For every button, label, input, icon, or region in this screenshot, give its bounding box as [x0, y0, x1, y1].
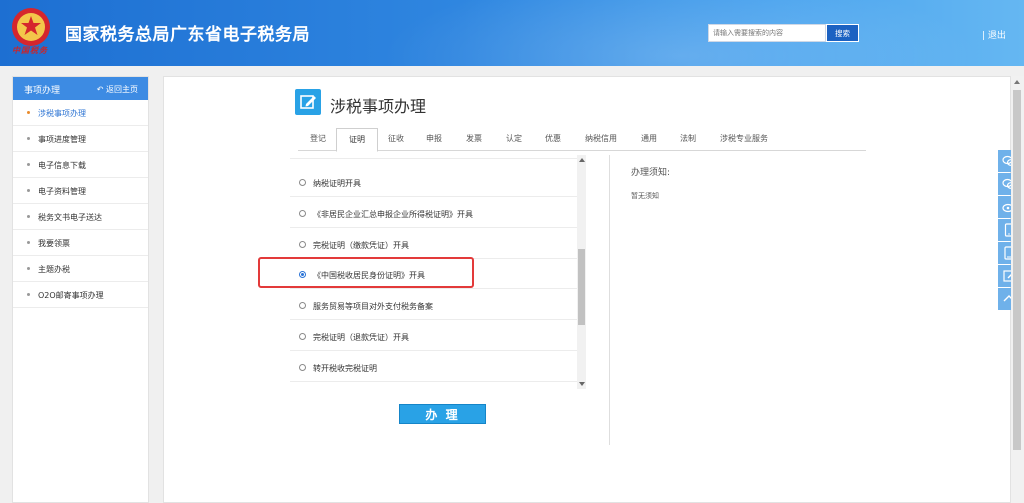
tab-certificate[interactable]: 证明 — [336, 128, 378, 152]
emblem-signature-text: 中国税务 — [12, 45, 48, 55]
page-scroll-thumb[interactable] — [1013, 90, 1021, 450]
bullet-icon — [27, 137, 30, 140]
sidebar-item-progress[interactable]: 事项进度管理 — [13, 126, 148, 152]
sidebar-item-e-docs[interactable]: 电子资料管理 — [13, 178, 148, 204]
vertical-divider — [609, 155, 610, 445]
list-item[interactable]: 完税证明（缴款凭证）开具 — [290, 229, 577, 259]
search-button[interactable]: 搜索 — [826, 24, 859, 42]
list-item[interactable]: 完税证明（退款凭证）开具 — [290, 321, 577, 351]
sidebar: 事项办理 ↶ 返回主页 涉税事项办理 事项进度管理 电子信息下载 电子资料管理 … — [12, 76, 149, 503]
scroll-up-icon[interactable] — [579, 158, 585, 162]
sidebar-header: 事项办理 ↶ 返回主页 — [13, 77, 148, 100]
sidebar-item-download[interactable]: 电子信息下载 — [13, 152, 148, 178]
scroll-thumb[interactable] — [578, 249, 585, 325]
option-list-scrollbar[interactable] — [577, 155, 586, 389]
option-label: 转开税收完税证明 — [313, 364, 377, 373]
sidebar-item-invoice[interactable]: 我要领票 — [13, 230, 148, 256]
edit-icon — [295, 89, 321, 115]
sidebar-item-o2o[interactable]: O2O邮寄事项办理 — [13, 282, 148, 308]
tab-general[interactable]: 通用 — [641, 133, 657, 144]
list-item-partial — [290, 155, 577, 159]
bullet-icon — [27, 111, 30, 114]
sidebar-item-theme[interactable]: 主题办税 — [13, 256, 148, 282]
back-home-link[interactable]: ↶ 返回主页 — [97, 84, 138, 95]
bullet-icon — [27, 215, 30, 218]
list-item[interactable]: 《非居民企业汇总申报企业所得税证明》开具 — [290, 198, 577, 228]
page-scrollbar[interactable] — [1011, 76, 1024, 503]
sidebar-item-e-delivery[interactable]: 税务文书电子送达 — [13, 204, 148, 230]
sidebar-title: 事项办理 — [24, 86, 61, 96]
list-item[interactable]: 服务贸易等项目对外支付税务备案 — [290, 290, 577, 320]
radio-button[interactable] — [299, 302, 306, 309]
radio-button[interactable] — [299, 210, 306, 217]
sidebar-item-label: 税务文书电子送达 — [38, 213, 102, 222]
national-emblem-icon — [12, 8, 50, 46]
option-label: 纳税证明开具 — [313, 179, 361, 188]
tab-tax-credit[interactable]: 纳税信用 — [585, 133, 617, 144]
list-item[interactable]: 纳税证明开具 — [290, 167, 577, 197]
option-label: 完税证明（缴款凭证）开具 — [313, 241, 409, 250]
sidebar-item-label: 电子资料管理 — [38, 187, 86, 196]
site-title: 国家税务总局广东省电子税务局 — [65, 25, 310, 45]
notice-title: 办理须知: — [631, 168, 671, 178]
selection-highlight-box — [258, 257, 474, 288]
bullet-icon — [27, 163, 30, 166]
submit-button[interactable]: 办 理 — [399, 404, 486, 424]
bullet-icon — [27, 267, 30, 270]
bullet-icon — [27, 189, 30, 192]
back-arrow-icon: ↶ — [96, 85, 106, 94]
bullet-icon — [27, 293, 30, 296]
sidebar-item-label: 主题办税 — [38, 265, 70, 274]
bullet-icon — [27, 241, 30, 244]
tab-register[interactable]: 登记 — [310, 133, 326, 144]
tab-declaration[interactable]: 申报 — [426, 133, 442, 144]
tab-collection[interactable]: 征收 — [388, 133, 404, 144]
page-title: 涉税事项办理 — [330, 97, 427, 116]
tab-tax-services[interactable]: 涉税专业服务 — [720, 133, 768, 144]
radio-button[interactable] — [299, 333, 306, 340]
notice-body: 暂无须知 — [631, 192, 659, 200]
top-header: 中国税务 国家税务总局广东省电子税务局 请输入需要搜索的内容 搜索 | 退出 — [0, 0, 1024, 66]
scroll-up-icon[interactable] — [1014, 80, 1020, 84]
sidebar-item-label: 事项进度管理 — [38, 135, 86, 144]
sidebar-item-label: 我要领票 — [38, 239, 70, 248]
list-item[interactable]: 转开税收完税证明 — [290, 352, 577, 382]
category-tabs: 登记 证明 征收 申报 发票 认定 优惠 纳税信用 通用 法制 涉税专业服务 — [298, 128, 866, 152]
option-label: 服务贸易等项目对外支付税务备案 — [313, 302, 433, 311]
tab-preferential[interactable]: 优惠 — [545, 133, 561, 144]
radio-button[interactable] — [299, 241, 306, 248]
sidebar-item-label: O2O邮寄事项办理 — [38, 291, 104, 300]
tab-legal[interactable]: 法制 — [680, 133, 696, 144]
radio-button[interactable] — [299, 364, 306, 371]
option-label: 完税证明（退款凭证）开具 — [313, 333, 409, 342]
back-home-label: 返回主页 — [106, 85, 138, 94]
tab-recognition[interactable]: 认定 — [506, 133, 522, 144]
sidebar-item-tax-matters[interactable]: 涉税事项办理 — [13, 100, 148, 126]
tab-invoice[interactable]: 发票 — [466, 133, 482, 144]
search-input[interactable]: 请输入需要搜索的内容 — [708, 24, 826, 42]
sidebar-item-label: 涉税事项办理 — [38, 109, 86, 118]
option-label: 《非居民企业汇总申报企业所得税证明》开具 — [313, 210, 473, 219]
sidebar-item-label: 电子信息下载 — [38, 161, 86, 170]
radio-button[interactable] — [299, 179, 306, 186]
logout-link[interactable]: | 退出 — [982, 28, 1006, 41]
scroll-down-icon[interactable] — [579, 382, 585, 386]
